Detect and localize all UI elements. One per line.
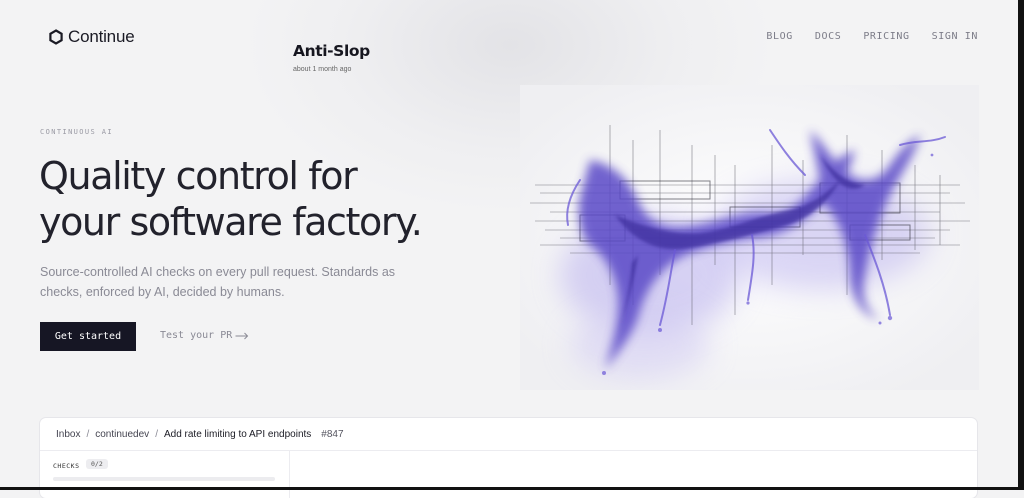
breadcrumb-repo[interactable]: continuedev	[95, 429, 149, 440]
hero-headline: Quality control for your software factor…	[39, 153, 423, 245]
nav-sign-in[interactable]: SIGN IN	[932, 31, 978, 42]
hero-subtext: Source-controlled AI checks on every pul…	[40, 265, 396, 299]
breadcrumb-pr-title: Add rate limiting to API endpoints	[163, 428, 312, 440]
check-title: Anti-Slop	[293, 42, 370, 60]
breadcrumb-pr-number: #847	[321, 428, 344, 440]
breadcrumb-separator: /	[86, 428, 90, 440]
nav-docs[interactable]: DOCS	[815, 31, 841, 42]
breadcrumb-separator: /	[155, 428, 158, 440]
checks-sidebar: CHECKS 0/2	[40, 451, 290, 498]
checks-progress-bar	[53, 477, 275, 481]
top-nav: BLOG DOCS PRICING SIGN IN	[766, 31, 978, 42]
nav-blog[interactable]: BLOG	[766, 31, 792, 42]
hero-illustration	[520, 85, 979, 390]
checks-label: CHECKS	[53, 462, 80, 470]
test-your-pr-label: Test your PR	[160, 330, 233, 341]
get-started-button[interactable]: Get started	[40, 322, 136, 351]
breadcrumb: Inbox / continuedev / Add rate limiting …	[40, 418, 977, 451]
nav-pricing[interactable]: PRICING	[863, 31, 909, 42]
continue-logo-icon	[49, 29, 63, 45]
hero-eyebrow: CONTINUOUS AI	[40, 128, 113, 136]
pr-checks-panel: Inbox / continuedev / Add rate limiting …	[40, 418, 977, 498]
breadcrumb-inbox[interactable]: Inbox	[56, 429, 80, 440]
circuit-ink-illustration	[520, 85, 979, 390]
headline-line-1: Quality control for	[39, 154, 358, 198]
headline-line-2: your software factory.	[39, 200, 423, 244]
checks-count-badge: 0/2	[86, 459, 108, 469]
arrow-right-icon	[235, 332, 249, 339]
check-timestamp: about 1 month ago	[293, 66, 352, 73]
window-edge	[1018, 0, 1024, 490]
brand-name: Continue	[68, 27, 135, 46]
brand-logo[interactable]: Continue	[48, 27, 135, 47]
test-your-pr-link[interactable]: Test your PR	[160, 330, 249, 341]
